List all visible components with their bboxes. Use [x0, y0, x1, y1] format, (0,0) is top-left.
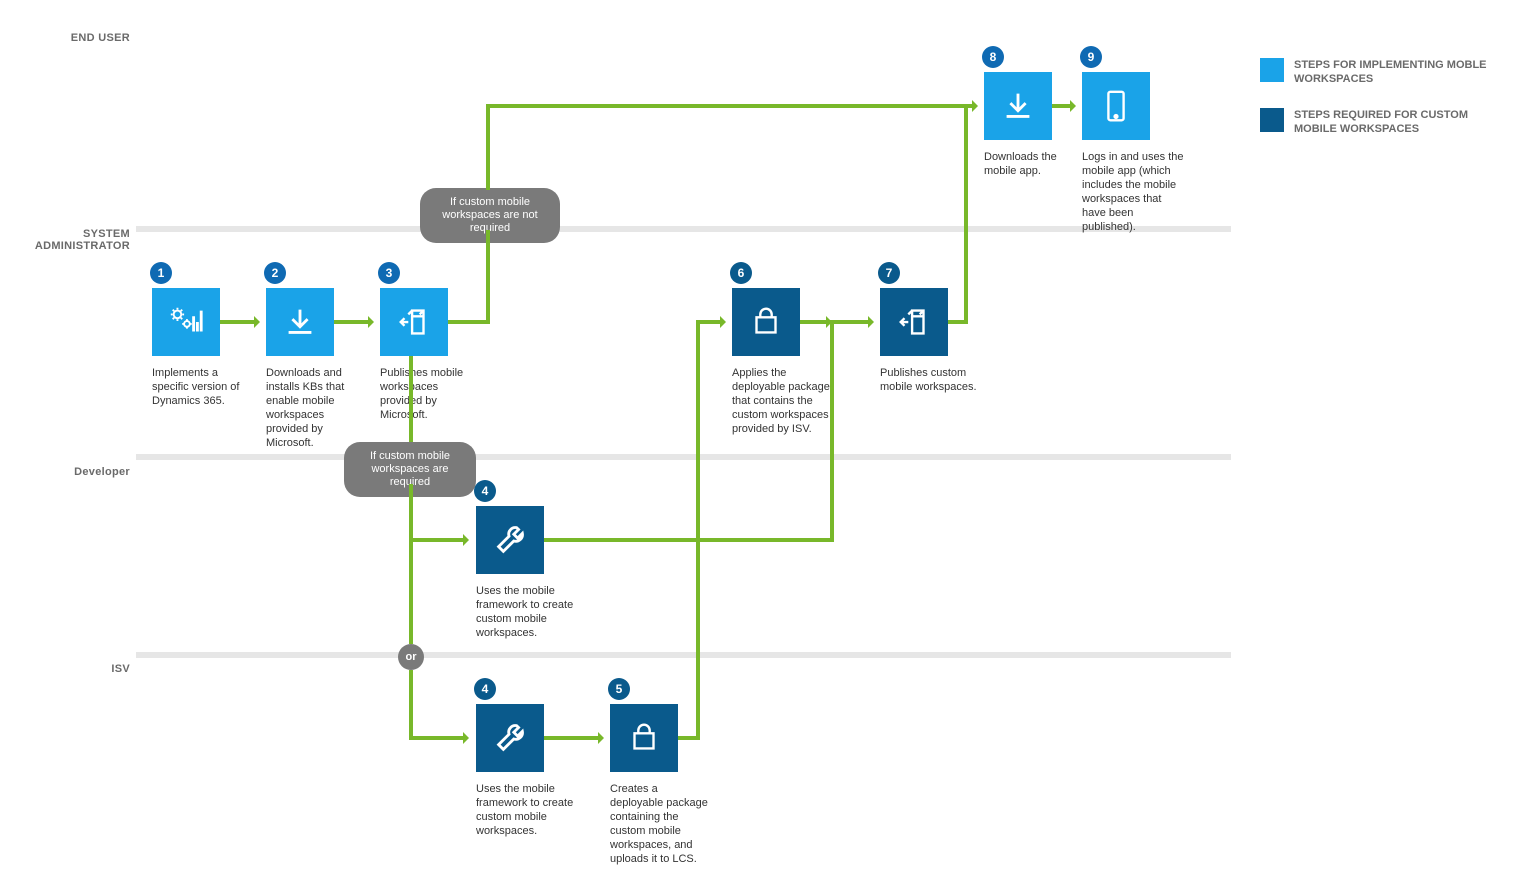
step-number: 7 [878, 262, 900, 284]
lane-title-isv: ISV [0, 663, 130, 675]
step-4-dev: 4 Uses the mobile framework to create cu… [476, 506, 578, 640]
flow-line [486, 104, 490, 190]
step-caption: Downloads and installs KBs that enable m… [266, 366, 368, 450]
flow-line [830, 320, 834, 542]
step-6: 6 Applies the deployable package that co… [732, 288, 834, 436]
legend-item-impl: STEPS FOR IMPLEMENTING MOBLE WORKSPACES [1260, 58, 1490, 86]
flow-arrow [409, 736, 467, 740]
step-number: 4 [474, 678, 496, 700]
flow-arrow [544, 736, 602, 740]
flow-line [409, 670, 413, 740]
step-number: 4 [474, 480, 496, 502]
lane-title-end-user: END USER [0, 32, 130, 44]
flow-line [544, 538, 834, 542]
publish-doc-icon [380, 288, 448, 356]
bubble-or: or [398, 644, 424, 670]
step-number: 6 [730, 262, 752, 284]
step-caption: Publishes mobile workspaces provided by … [380, 366, 482, 422]
flow-line [486, 230, 490, 324]
flow-arrow [486, 104, 976, 108]
step-caption: Uses the mobile framework to create cust… [476, 584, 578, 640]
lane-title-developer: Developer [0, 466, 130, 478]
flow-arrow [409, 538, 467, 542]
flow-arrow [696, 320, 724, 324]
step-number: 9 [1080, 46, 1102, 68]
wrench-icon [476, 506, 544, 574]
step-number: 5 [608, 678, 630, 700]
step-caption: Uses the mobile framework to create cust… [476, 782, 578, 838]
flow-arrow [220, 320, 258, 324]
download-icon [984, 72, 1052, 140]
lane-developer [136, 460, 1231, 652]
mobile-device-icon [1082, 72, 1150, 140]
flow-arrow [334, 320, 372, 324]
step-caption: Logs in and uses the mobile app (which i… [1082, 150, 1184, 234]
step-caption: Applies the deployable package that cont… [732, 366, 834, 436]
step-4-isv: 4 Uses the mobile framework to create cu… [476, 704, 578, 838]
legend: STEPS FOR IMPLEMENTING MOBLE WORKSPACES … [1260, 58, 1490, 158]
step-caption: Publishes custom mobile workspaces. [880, 366, 982, 394]
legend-swatch-impl [1260, 58, 1284, 82]
wrench-icon [476, 704, 544, 772]
flow-line [448, 320, 490, 324]
legend-swatch-custom [1260, 108, 1284, 132]
flow-line [696, 320, 700, 740]
package-icon [610, 704, 678, 772]
step-number: 1 [150, 262, 172, 284]
step-caption: Downloads the mobile app. [984, 150, 1086, 178]
step-caption: Implements a specific version of Dynamic… [152, 366, 254, 408]
step-9: 9 Logs in and uses the mobile app (which… [1082, 72, 1184, 234]
download-icon [266, 288, 334, 356]
publish-doc-icon [880, 288, 948, 356]
step-number: 2 [264, 262, 286, 284]
flow-line [964, 104, 968, 324]
step-caption: Creates a deployable package containing … [610, 782, 712, 866]
legend-item-custom: STEPS REQUIRED FOR CUSTOM MOBILE WORKSPA… [1260, 108, 1490, 136]
flow-arrow [1052, 104, 1074, 108]
bubble-not-required: If custom mobile workspaces are not requ… [420, 188, 560, 243]
step-number: 3 [378, 262, 400, 284]
step-8: 8 Downloads the mobile app. [984, 72, 1086, 178]
flow-line [409, 356, 413, 442]
legend-label-impl: STEPS FOR IMPLEMENTING MOBLE WORKSPACES [1294, 58, 1490, 86]
diagram-canvas: END USER SYSTEM ADMINISTRATOR Developer … [0, 0, 1524, 894]
step-1: 1 Implements a specific version of Dynam… [152, 288, 254, 408]
flow-line [409, 484, 413, 644]
flow-arrow [800, 320, 830, 324]
legend-label-custom: STEPS REQUIRED FOR CUSTOM MOBILE WORKSPA… [1294, 108, 1490, 136]
step-3: 3 Publishes mobile workspaces provided b… [380, 288, 482, 422]
package-icon [732, 288, 800, 356]
gears-chart-icon [152, 288, 220, 356]
lane-title-sys-admin: SYSTEM ADMINISTRATOR [0, 228, 130, 252]
step-2: 2 Downloads and installs KBs that enable… [266, 288, 368, 450]
step-number: 8 [982, 46, 1004, 68]
